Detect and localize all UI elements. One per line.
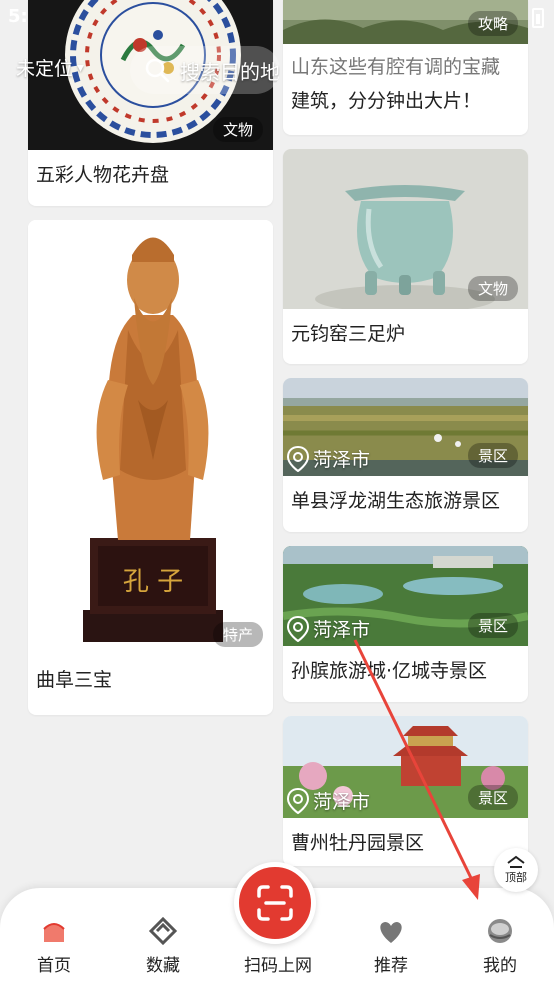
nav-label: 扫码上网 bbox=[244, 956, 312, 976]
category-tag: 景区 bbox=[467, 613, 518, 638]
collection-icon bbox=[148, 917, 178, 945]
battery-icon bbox=[532, 8, 544, 28]
nav-label: 推荐 bbox=[374, 956, 408, 976]
nav-scan[interactable]: 扫码上网 bbox=[223, 951, 333, 976]
location-selector[interactable]: 未定位 ▾ bbox=[16, 54, 84, 81]
feed-card-plate[interactable]: 文物 五彩人物花卉盘 bbox=[28, 0, 273, 206]
location-pin-icon bbox=[287, 615, 309, 642]
feed-card-peony-garden[interactable]: 菏泽市 景区 曹州牡丹园景区 bbox=[283, 716, 528, 866]
feed-card-sunbin[interactable]: 菏泽市 景区 孙膑旅游城·亿城寺景区 bbox=[283, 546, 528, 702]
confucius-statue-image: 孔 子 特产 bbox=[28, 220, 273, 655]
location-pin-icon bbox=[287, 787, 309, 814]
card-title: 曹州牡丹园景区 bbox=[291, 832, 425, 854]
back-to-top-button[interactable]: 顶部 bbox=[494, 848, 538, 892]
peony-image: 菏泽市 景区 bbox=[283, 716, 528, 818]
status-time: 5: bbox=[8, 6, 28, 27]
card-title: 单县浮龙湖生态旅游景区 bbox=[291, 490, 501, 512]
location-tag: 菏泽市 bbox=[287, 615, 370, 642]
category-tag: 景区 bbox=[467, 443, 518, 468]
nav-label: 数藏 bbox=[146, 956, 180, 976]
statue-inscription: 孔 子 bbox=[123, 567, 183, 597]
location-pin-icon bbox=[287, 445, 309, 472]
feed-card-article[interactable]: 攻略 山东这些有腔有调的宝藏 建筑，分分钟出大片！ bbox=[283, 0, 528, 135]
censer-image: 文物 bbox=[283, 149, 528, 309]
card-title: 孙膑旅游城·亿城寺景区 bbox=[291, 660, 488, 682]
location-tag: 菏泽市 bbox=[287, 445, 370, 472]
category-tag: 文物 bbox=[212, 117, 263, 142]
nav-home[interactable]: 首页 bbox=[14, 917, 94, 976]
sunbin-image: 菏泽市 景区 bbox=[283, 546, 528, 646]
card-title-overlay: 山东这些有腔有调的宝藏 bbox=[291, 56, 501, 78]
chevron-down-icon: ▾ bbox=[77, 59, 85, 76]
scan-button[interactable] bbox=[234, 862, 316, 944]
article-image: 攻略 bbox=[283, 0, 528, 44]
category-tag: 景区 bbox=[467, 785, 518, 810]
scan-icon bbox=[257, 885, 293, 921]
category-tag: 特产 bbox=[212, 622, 263, 647]
search-placeholder: 搜索目的地 bbox=[180, 59, 280, 84]
feed-card-censer[interactable]: 文物 元钧窑三足炉 bbox=[283, 149, 528, 364]
card-title: 曲阜三宝 bbox=[36, 669, 113, 691]
category-tag: 文物 bbox=[467, 276, 518, 301]
feed-card-fulong-lake[interactable]: 菏泽市 景区 单县浮龙湖生态旅游景区 bbox=[283, 378, 528, 532]
location-text: 菏泽市 bbox=[313, 449, 371, 471]
card-title: 五彩人物花卉盘 bbox=[36, 164, 170, 186]
nav-profile[interactable]: 我的 bbox=[460, 917, 540, 976]
nav-recommend[interactable]: 推荐 bbox=[351, 919, 431, 976]
card-title: 建筑，分分钟出大片！ bbox=[291, 90, 482, 112]
location-tag: 菏泽市 bbox=[287, 787, 370, 814]
lake-image: 菏泽市 景区 bbox=[283, 378, 528, 476]
category-tag: 攻略 bbox=[467, 11, 518, 36]
profile-icon bbox=[488, 919, 512, 943]
heart-icon bbox=[380, 922, 402, 943]
location-text: 菏泽市 bbox=[313, 619, 371, 641]
card-title: 元钧窑三足炉 bbox=[291, 323, 406, 345]
chevron-up-icon bbox=[507, 855, 525, 868]
back-to-top-label: 顶部 bbox=[505, 871, 527, 884]
nav-label: 我的 bbox=[483, 956, 517, 976]
location-label: 未定位 bbox=[16, 58, 74, 80]
search-input[interactable]: 搜索目的地 bbox=[130, 46, 280, 94]
search-icon bbox=[145, 58, 170, 83]
location-text: 菏泽市 bbox=[313, 791, 371, 813]
feed-card-qufu[interactable]: 孔 子 特产 曲阜三宝 bbox=[28, 220, 273, 715]
home-icon bbox=[43, 923, 65, 942]
nav-collection[interactable]: 数藏 bbox=[123, 917, 203, 976]
nav-label: 首页 bbox=[37, 956, 71, 976]
